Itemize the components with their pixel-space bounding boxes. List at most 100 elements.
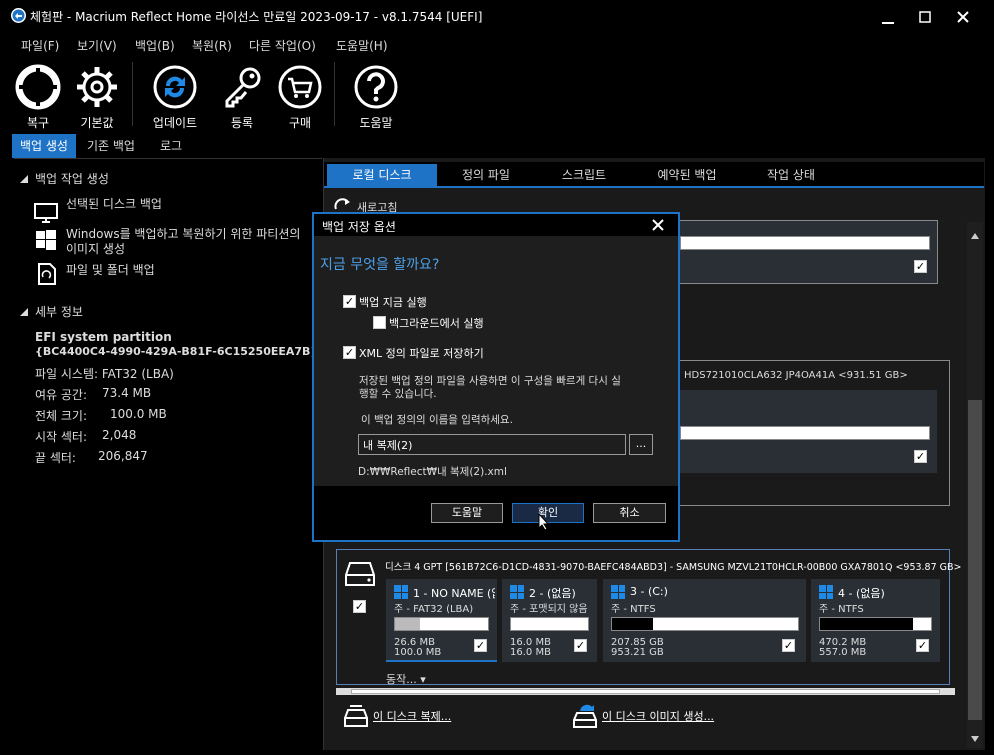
partition-title: 4 - (없음) <box>838 587 885 600</box>
usage-bar <box>680 236 930 250</box>
menu-view[interactable]: 보기(V) <box>77 37 117 54</box>
tab-create-backup[interactable]: 백업 생성 <box>12 134 76 158</box>
task-windows-line2: 이미지 생성 <box>66 242 126 256</box>
menu-backup[interactable]: 백업(B) <box>135 37 175 54</box>
clone-disk-link[interactable]: 이 디스크 복제... <box>373 708 451 724</box>
run-background-checkbox[interactable] <box>373 316 386 329</box>
xml-description: 저장된 백업 정의 파일을 사용하면 이 구성을 빠르게 다시 실 행할 수 있… <box>359 375 621 401</box>
register-button[interactable]: 등록 <box>212 62 272 130</box>
tab-existing-backups[interactable]: 기존 백업 <box>79 134 143 158</box>
partition-checkbox[interactable]: ✓ <box>914 260 927 273</box>
tab-scripts[interactable]: 스크립트 <box>535 164 633 186</box>
chevron-down-icon: ▾ <box>420 673 426 686</box>
task-file-folder-backup[interactable]: 파일 및 폴더 백업 <box>66 263 155 278</box>
cart-icon <box>278 65 322 109</box>
dialog-title: 백업 저장 옵션 <box>322 220 396 234</box>
menu-other-tasks[interactable]: 다른 작업(O) <box>249 37 316 54</box>
menu-help[interactable]: 도움말(H) <box>336 37 388 54</box>
details-heading: 세부 정보 <box>35 305 83 319</box>
windows-icon <box>510 585 524 599</box>
tab-local-disks[interactable]: 로컬 디스크 <box>327 164 437 186</box>
run-now-checkbox[interactable]: ✓ <box>343 295 356 308</box>
toolbar-separator <box>132 62 133 126</box>
tab-job-status[interactable]: 작업 상태 <box>741 164 841 186</box>
question-icon <box>354 65 398 109</box>
windows-icon <box>36 230 56 253</box>
dialog-cancel-button[interactable]: 취소 <box>593 503 666 523</box>
partition-checkbox[interactable]: ✓ <box>474 639 487 652</box>
minimize-button[interactable] <box>870 4 906 30</box>
disk-4-checkbox[interactable]: ✓ <box>353 600 366 613</box>
restore-button[interactable]: 복구 <box>8 62 68 130</box>
partition-type: 주 - FAT32 (LBA) <box>394 604 474 615</box>
browse-button[interactable]: ... <box>629 434 653 455</box>
partition-type: 주 - NTFS <box>819 604 864 615</box>
usage-fill <box>820 618 914 630</box>
defaults-label: 기본값 <box>80 116 114 130</box>
disk2-label: HDS721010CLA632 JP4OA41A <931.51 GB> <box>684 370 908 381</box>
gear-icon <box>77 67 117 107</box>
tab-log[interactable]: 로그 <box>152 134 190 158</box>
dialog-help-button[interactable]: 도움말 <box>431 503 503 523</box>
definition-name-input[interactable]: 내 복제(2) <box>358 434 626 455</box>
partition-title: 3 - (C:) <box>630 585 668 598</box>
image-disk-icon <box>572 703 598 732</box>
help-label: 도움말 <box>359 116 393 130</box>
file-system: 파일 시스템: FAT32 (LBA) <box>35 367 174 381</box>
start-sector-label: 시작 섹터: <box>35 430 88 444</box>
expand-icon[interactable] <box>20 305 28 316</box>
partition-name: EFI system partition <box>35 330 172 344</box>
partition-checkbox[interactable]: ✓ <box>782 639 795 652</box>
toolbar-separator <box>334 62 335 126</box>
save-xml-label: XML 정의 파일로 저장하기 <box>359 347 484 360</box>
partition-usage-bar <box>611 617 799 631</box>
help-button[interactable]: 도움말 <box>346 62 406 130</box>
clone-disk-icon <box>343 704 369 731</box>
partition-total: 557.0 MB <box>819 647 867 658</box>
defaults-button[interactable]: 기본값 <box>67 62 127 130</box>
partition-type: 주 - 포맷되지 않음 <box>510 604 588 615</box>
tab-definition-files[interactable]: 정의 파일 <box>437 164 535 186</box>
windows-icon <box>394 585 408 599</box>
actions-label: 동작... <box>386 673 417 686</box>
windows-icon <box>819 585 833 599</box>
app-icon <box>11 8 26 23</box>
xml-description-line1: 저장된 백업 정의 파일을 사용하면 이 구성을 빠르게 다시 실 <box>359 375 621 387</box>
close-button[interactable] <box>945 4 981 30</box>
free-space-value: 73.4 MB <box>102 386 152 400</box>
partition-checkbox[interactable]: ✓ <box>574 639 587 652</box>
scroll-thumb[interactable] <box>968 400 982 720</box>
partition-checkbox[interactable]: ✓ <box>914 450 927 463</box>
menu-restore[interactable]: 복원(R) <box>192 37 232 54</box>
task-windows-image[interactable]: Windows를 백업하고 복원하기 위한 파티션의 이미지 생성 <box>66 227 300 257</box>
scroll-up-icon[interactable] <box>971 228 979 242</box>
run-now-label: 백업 지금 실행 <box>359 296 427 309</box>
menu-file[interactable]: 파일(F) <box>21 37 59 54</box>
expand-icon[interactable] <box>20 172 28 183</box>
scroll-down-icon[interactable] <box>971 731 979 745</box>
partition-total: 100.0 MB <box>394 647 442 658</box>
tab-scheduled-backups[interactable]: 예약된 백업 <box>633 164 741 186</box>
mouse-cursor-icon <box>538 512 550 534</box>
xml-description-line2: 행할 수 있습니다. <box>359 388 437 400</box>
partition-checkbox[interactable]: ✓ <box>916 639 929 652</box>
dialog-question: 지금 무엇을 할까요? <box>320 257 440 273</box>
partition-total: 16.0 MB <box>510 647 551 658</box>
task-windows-line1: Windows를 백업하고 복원하기 위한 파티션의 <box>66 227 301 241</box>
restore-label: 복구 <box>26 116 50 130</box>
partition-usage-bar <box>394 617 489 631</box>
buy-button[interactable]: 구매 <box>270 62 330 130</box>
update-button[interactable]: 업데이트 <box>145 62 205 130</box>
dialog-close-icon[interactable] <box>652 219 664 234</box>
partition-title: 2 - (없음) <box>529 587 576 600</box>
end-sector-value: 206,847 <box>98 449 148 463</box>
save-xml-checkbox[interactable]: ✓ <box>343 346 356 359</box>
horizontal-scroll-thumb[interactable] <box>351 689 940 694</box>
main-tab-strip <box>0 134 994 158</box>
actions-menu[interactable]: 동작... ▾ <box>386 671 426 687</box>
usage-fill <box>395 618 421 630</box>
windows-icon <box>611 585 625 599</box>
image-disk-link[interactable]: 이 디스크 이미지 생성... <box>602 708 714 724</box>
maximize-button[interactable] <box>907 4 943 30</box>
task-disk-backup[interactable]: 선택된 디스크 백업 <box>66 197 162 212</box>
